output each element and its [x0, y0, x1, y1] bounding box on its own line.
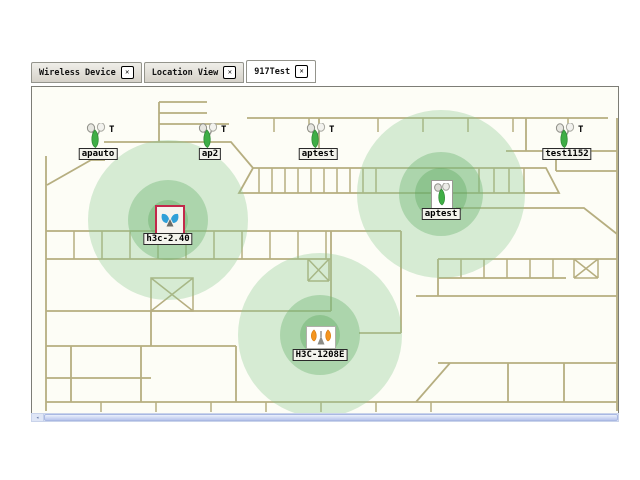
close-icon[interactable]: ✕	[295, 65, 308, 78]
tab-wireless-device[interactable]: Wireless Device ✕	[31, 62, 142, 83]
device-label[interactable]: aptest	[299, 148, 338, 160]
device-label[interactable]: apauto	[79, 148, 118, 160]
horizontal-scrollbar[interactable]: ◂	[31, 413, 619, 422]
scrollbar-thumb[interactable]	[44, 414, 618, 421]
tab-label: Location View	[152, 68, 219, 78]
orange-antenna-icon	[306, 326, 336, 349]
tab-bar: Wireless Device ✕ Location View ✕ 917Tes…	[31, 62, 318, 83]
device-label[interactable]: h3c-2.40	[143, 233, 192, 245]
t-marker: T	[578, 125, 583, 135]
device-label[interactable]: aptest	[422, 208, 461, 220]
tab-917test[interactable]: 917Test ✕	[246, 60, 316, 83]
device-label[interactable]: ap2	[199, 148, 221, 160]
tab-location-view[interactable]: Location View ✕	[144, 62, 245, 83]
scroll-left-icon[interactable]: ◂	[32, 414, 44, 421]
device-label[interactable]: test1152	[542, 148, 591, 160]
t-marker: T	[329, 125, 334, 135]
map-canvas[interactable]: T apauto T ap2	[31, 86, 619, 414]
close-icon[interactable]: ✕	[223, 66, 236, 79]
alert-antenna-icon	[155, 205, 185, 235]
t-marker: T	[221, 125, 226, 135]
green-antenna-icon	[431, 180, 453, 209]
device-label[interactable]: H3C-1208E	[293, 349, 348, 361]
t-marker: T	[109, 125, 114, 135]
tab-label: Wireless Device	[39, 68, 116, 78]
tab-label: 917Test	[254, 67, 290, 77]
app-window: Wireless Device ✕ Location View ✕ 917Tes…	[0, 0, 640, 480]
close-icon[interactable]: ✕	[121, 66, 134, 79]
